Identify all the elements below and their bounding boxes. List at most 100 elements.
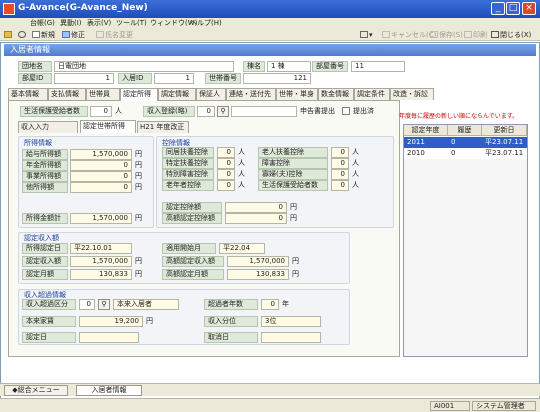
menu-view[interactable]: 表示(V) xyxy=(87,18,111,29)
deduction-value[interactable]: 0 xyxy=(331,180,349,191)
tab-household-single[interactable]: 世帯・単身 xyxy=(276,88,318,100)
tab-renovation[interactable]: 改造・訴訟 xyxy=(390,88,434,100)
cancel-date-label: 取消日 xyxy=(204,332,258,343)
excess-years-unit: 年 xyxy=(282,300,289,308)
cert-date-value[interactable] xyxy=(79,332,139,343)
deduction-high-sum-value: 0 xyxy=(225,213,287,224)
deduction-value[interactable]: 0 xyxy=(217,169,235,180)
window-tab-bar: ◆総合メニュー 入居者情報 xyxy=(0,383,540,396)
deduction-label: 障害控除 xyxy=(258,158,328,169)
tab-household-members[interactable]: 世帯員 xyxy=(86,88,120,100)
deduction-label: 特定扶養控除 xyxy=(162,158,214,169)
new-button[interactable]: 新規 xyxy=(32,30,55,40)
history-row[interactable]: 2011 0 平23.07.11 xyxy=(404,137,527,148)
deduction-value[interactable]: 0 xyxy=(331,169,349,180)
high-recognized-income-label: 高額認定収入額 xyxy=(162,256,224,267)
tab-main-menu[interactable]: ◆総合メニュー xyxy=(4,385,68,396)
tab-guarantor[interactable]: 保証人 xyxy=(196,88,226,100)
close-icon[interactable]: × xyxy=(522,2,536,15)
income-row-unit: 円 xyxy=(135,150,142,158)
close-button[interactable]: 閉じる(X) xyxy=(491,30,531,40)
history-col-hist[interactable]: 履歴 xyxy=(448,125,482,136)
welfare-count-label: 生活保護受給者数 xyxy=(20,106,88,117)
history-row[interactable]: 2010 0 平23.07.11 xyxy=(404,148,527,159)
minimize-icon[interactable]: _ xyxy=(491,2,505,15)
app-icon xyxy=(3,3,15,15)
report-label: 申告書提出 xyxy=(300,107,335,115)
recognized-income-value: 1,570,000 xyxy=(70,256,132,267)
income-row-value[interactable]: 0 xyxy=(70,182,132,193)
history-row-hist: 0 xyxy=(451,138,456,146)
excess-category-search-icon[interactable]: ⚲ xyxy=(98,299,110,310)
tab-assessment-terms[interactable]: 調定条件 xyxy=(354,88,390,100)
section-title: 入居者情報 xyxy=(4,44,536,56)
deduction-sum-value: 0 xyxy=(225,202,287,213)
income-row-label: 事業所得額 xyxy=(22,171,68,182)
deduction-value[interactable]: 0 xyxy=(331,147,349,158)
report-checkbox[interactable] xyxy=(342,107,350,115)
subtab-h21-revision[interactable]: H21 年度改正 xyxy=(137,121,189,133)
tab-contact[interactable]: 連絡・送付先 xyxy=(226,88,276,100)
save-button[interactable]: 保存(S) xyxy=(430,30,463,40)
recognition-date-value[interactable]: 平22.10.01 xyxy=(70,243,132,254)
building-label: 棟名 xyxy=(243,61,265,72)
room-field: 11 xyxy=(351,61,405,72)
tab-resident-info[interactable]: 入居者情報 xyxy=(76,385,142,396)
income-row-label: 給与所得額 xyxy=(22,149,68,160)
deduction-value[interactable]: 0 xyxy=(217,180,235,191)
high-recognized-income-unit: 円 xyxy=(292,257,299,265)
cancel-button[interactable]: キャンセル(C) xyxy=(382,30,436,40)
deduction-unit: 人 xyxy=(238,159,245,167)
income-row-value[interactable]: 1,570,000 xyxy=(70,149,132,160)
deduction-value[interactable]: 0 xyxy=(217,147,235,158)
complex-label: 団地名 xyxy=(18,61,52,72)
menu-transfer[interactable]: 異動(I) xyxy=(60,18,82,29)
menu-help[interactable]: ヘルプ(H) xyxy=(190,18,222,29)
welfare-count-field[interactable]: 0 xyxy=(90,106,112,117)
deduction-unit: 人 xyxy=(352,159,359,167)
tab-recognized-income[interactable]: 認定所得 xyxy=(120,88,158,101)
history-col-year[interactable]: 認定年度 xyxy=(404,125,448,136)
income-total-label: 所得金額計 xyxy=(22,213,68,224)
menu-bar: 台帳(G) 異動(I) 表示(V) ツール(T) ウィンドウ(W) ヘルプ(H) xyxy=(0,18,540,29)
room-label: 部屋番号 xyxy=(312,61,348,72)
cancel-date-value[interactable] xyxy=(261,332,321,343)
welfare-count-unit: 人 xyxy=(115,107,122,115)
excess-years-value: 0 xyxy=(261,299,279,310)
edit-button[interactable]: 修正 xyxy=(62,30,85,40)
report-submitted-label: 提出済 xyxy=(353,107,374,115)
recognized-monthly-label: 認定月額 xyxy=(22,269,68,280)
name-change-button[interactable]: 氏名変更 xyxy=(96,30,133,40)
income-registration-search-icon[interactable]: ⚲ xyxy=(217,106,229,117)
tab-basic[interactable]: 基本情報 xyxy=(8,88,48,100)
search-icon[interactable] xyxy=(18,30,27,40)
income-registration-field[interactable]: 0 xyxy=(197,106,215,117)
deduction-unit: 人 xyxy=(352,148,359,156)
view-icon[interactable]: ▾ xyxy=(360,30,373,40)
income-row-value[interactable]: 0 xyxy=(70,171,132,182)
menu-ledger[interactable]: 台帳(G) xyxy=(30,18,55,29)
base-rent-value: 19,200 xyxy=(79,316,143,327)
income-row-unit: 円 xyxy=(135,161,142,169)
history-col-date[interactable]: 更新日 xyxy=(482,125,527,136)
print-button[interactable]: 印刷 xyxy=(464,30,487,40)
deduction-value[interactable]: 0 xyxy=(217,158,235,169)
tab-deposit[interactable]: 数金情報 xyxy=(318,88,354,100)
menu-tools[interactable]: ツール(T) xyxy=(116,18,147,29)
status-code: AI001 xyxy=(430,401,470,411)
apply-month-label: 適用開始月 xyxy=(162,243,216,254)
excess-category-code[interactable]: 0 xyxy=(79,299,95,310)
recognized-monthly-unit: 円 xyxy=(135,270,142,278)
maximize-icon[interactable]: □ xyxy=(506,2,520,15)
high-recognized-monthly-label: 高額認定月額 xyxy=(162,269,224,280)
status-bar: AI001 システム管理者 xyxy=(0,398,540,412)
tab-payment[interactable]: 支払情報 xyxy=(48,88,86,100)
subtab-income-input[interactable]: 収入入力 xyxy=(18,121,78,133)
apply-month-value[interactable]: 平22.04 xyxy=(219,243,265,254)
subtab-recognized-household-income[interactable]: 認定世帯所得 xyxy=(80,120,136,133)
open-folder-icon[interactable] xyxy=(4,30,13,40)
deduction-value[interactable]: 0 xyxy=(331,158,349,169)
income-row-value[interactable]: 0 xyxy=(70,160,132,171)
tab-assessment[interactable]: 調定情報 xyxy=(158,88,196,100)
deduction-label: 老人扶養控除 xyxy=(258,147,328,158)
